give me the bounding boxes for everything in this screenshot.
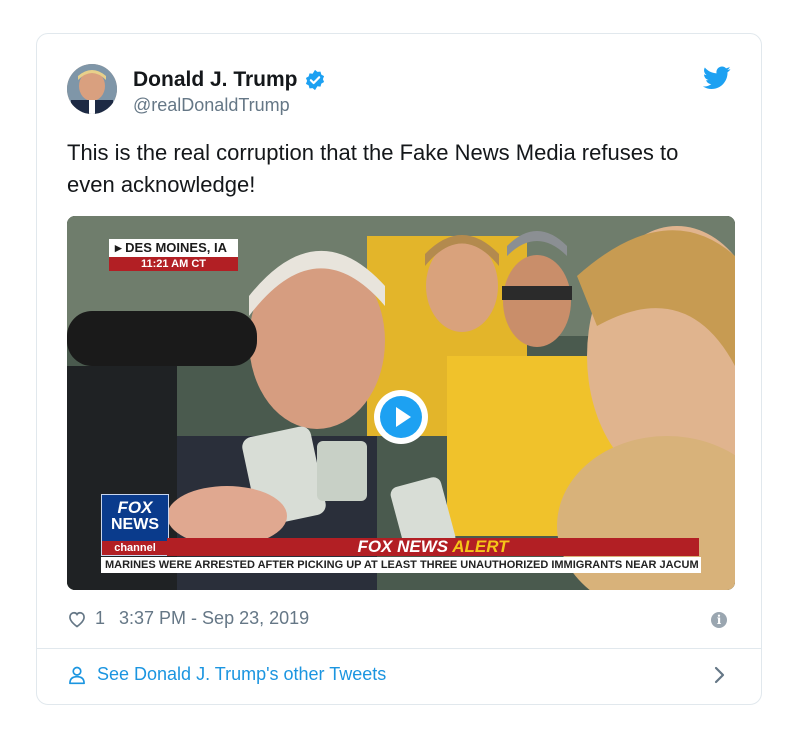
alert-network-text: FOX NEWS xyxy=(357,537,449,556)
embedded-tweet-card: Donald J. Trump @realDonaldTrump This is… xyxy=(36,33,762,705)
tweet-timestamp[interactable]: 3:37 PM - Sep 23, 2019 xyxy=(119,608,309,629)
news-alert-banner: FOX NEWS ALERT xyxy=(167,538,699,556)
person-icon xyxy=(69,666,85,684)
location-text: DES MOINES, IA xyxy=(125,240,227,255)
alert-label-text: ALERT xyxy=(452,537,509,556)
tweet-text: This is the real corruption that the Fak… xyxy=(67,140,679,197)
other-tweets-label[interactable]: See Donald J. Trump's other Tweets xyxy=(97,664,386,685)
play-icon[interactable] xyxy=(372,388,430,446)
network-logo: FOX NEWS channel xyxy=(101,494,169,556)
time-label: 11:21 AM CT xyxy=(109,257,238,271)
avatar[interactable] xyxy=(67,64,117,114)
heart-icon[interactable] xyxy=(67,609,87,629)
tweet-meta: 1 3:37 PM - Sep 23, 2019 xyxy=(67,608,309,629)
other-tweets-link[interactable]: See Donald J. Trump's other Tweets xyxy=(67,664,386,685)
chevron-right-icon[interactable] xyxy=(713,664,727,686)
footer-divider xyxy=(37,648,761,649)
location-label: ▸ DES MOINES, IA xyxy=(109,239,238,257)
network-logo-line2: NEWS xyxy=(111,516,159,533)
author-handle[interactable]: @realDonaldTrump xyxy=(133,95,290,116)
network-logo-line3: channel xyxy=(102,541,168,555)
author-name-row: Donald J. Trump xyxy=(133,68,326,92)
location-caption: ▸ DES MOINES, IA 11:21 AM CT xyxy=(109,239,238,272)
author-name[interactable]: Donald J. Trump xyxy=(133,68,298,92)
news-ticker: MARINES WERE ARRESTED AFTER PICKING UP A… xyxy=(101,557,701,573)
verified-badge-icon xyxy=(305,69,324,91)
network-logo-line1: FOX xyxy=(117,498,153,517)
like-count[interactable]: 1 xyxy=(95,608,105,629)
video-player[interactable]: ▸ DES MOINES, IA 11:21 AM CT FOX NEWS ch… xyxy=(67,216,735,590)
twitter-bird-icon[interactable] xyxy=(703,66,731,90)
info-icon[interactable]: i xyxy=(711,612,727,628)
